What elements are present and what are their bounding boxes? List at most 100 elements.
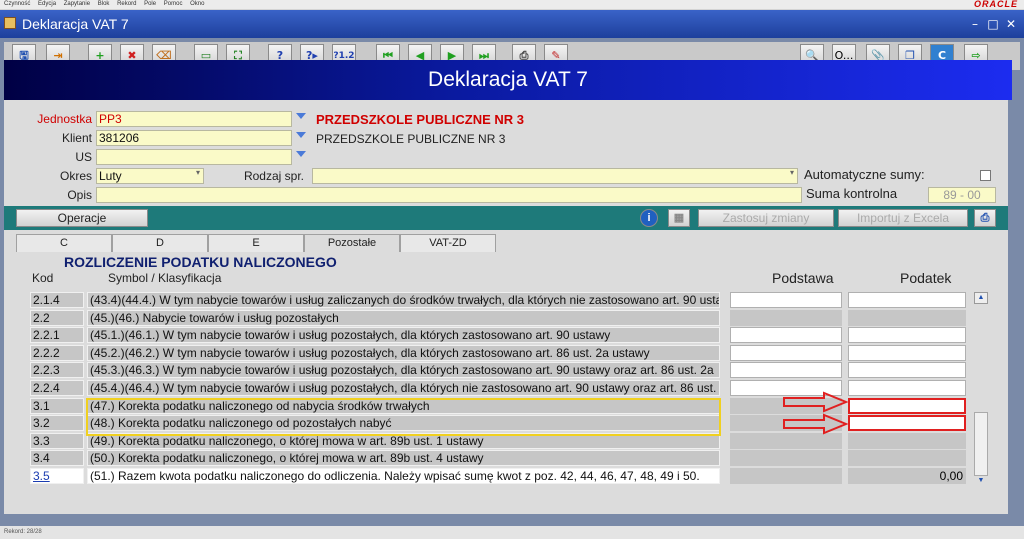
close-window-button[interactable]: ✕: [1004, 18, 1018, 30]
row-kod[interactable]: 3.5: [30, 468, 84, 484]
us-label: US: [75, 150, 92, 164]
col-header-symbol: Symbol / Klasyfikacja: [108, 271, 222, 285]
row-podstawa[interactable]: [730, 468, 842, 484]
menu-czynnosc[interactable]: Czynność: [4, 1, 30, 7]
rodzaj-dropdown-icon[interactable]: ▾: [790, 168, 794, 177]
menu-rekord[interactable]: Rekord: [117, 1, 136, 7]
window-app-icon: [4, 17, 16, 29]
klient-label: Klient: [61, 131, 92, 145]
okres-select[interactable]: Luty: [96, 168, 204, 184]
scroll-thumb[interactable]: [974, 412, 988, 476]
maximize-button[interactable]: □: [986, 18, 1000, 30]
menu-bar: Czynność Edycja Zapytanie Blok Rekord Po…: [0, 0, 1024, 9]
klient-lov-icon[interactable]: [296, 132, 306, 138]
auto-sums-checkbox[interactable]: [980, 170, 991, 181]
actions-bar: Operacje i ▦ Zastosuj zmiany Importuj z …: [4, 206, 1008, 230]
row-podatek[interactable]: [848, 398, 966, 414]
klient-field[interactable]: 381206: [96, 130, 292, 146]
operacje-button[interactable]: Operacje: [16, 209, 148, 227]
us-field[interactable]: [96, 149, 292, 165]
row-kod[interactable]: 3.1: [30, 398, 84, 414]
vat-panel: ROZLICZENIE PODATKU NALICZONEGO Kod Symb…: [4, 252, 1008, 514]
row-podstawa[interactable]: [730, 450, 842, 466]
checksum-label: Suma kontrolna: [806, 186, 898, 201]
tab-d[interactable]: D: [112, 234, 208, 252]
row-podstawa[interactable]: [730, 310, 842, 326]
row-symbol[interactable]: (45.2.)(46.2.) W tym nabycie towarów i u…: [87, 345, 720, 361]
menu-zapytanie[interactable]: Zapytanie: [64, 1, 90, 7]
row-podatek[interactable]: [848, 327, 966, 343]
tab-vat-zd[interactable]: VAT-ZD: [400, 234, 496, 252]
row-podatek[interactable]: [848, 345, 966, 361]
row-kod[interactable]: 3.3: [30, 433, 84, 449]
col-header-podstawa: Podstawa: [772, 270, 834, 286]
row-symbol[interactable]: (45.1.)(46.1.) W tym nabycie towarów i u…: [87, 327, 720, 343]
header-form: Jednostka PP3 PRZEDSZKOLE PUBLICZNE NR 3…: [4, 100, 1008, 206]
menu-pomoc[interactable]: Pomoc: [164, 1, 183, 7]
checksum-field: 89 - 00: [928, 187, 996, 203]
row-kod[interactable]: 2.2.2: [30, 345, 84, 361]
arrow-to-row-3-1: [783, 391, 849, 413]
row-podstawa[interactable]: [730, 327, 842, 343]
row-podatek[interactable]: [848, 292, 966, 308]
rodzaj-select[interactable]: [312, 168, 798, 184]
us-lov-icon[interactable]: [296, 151, 306, 157]
row-symbol[interactable]: (45.4.)(46.4.) W tym nabycie towarów i u…: [87, 380, 720, 396]
page-title: Deklaracja VAT 7: [428, 68, 588, 91]
apply-changes-button[interactable]: Zastosuj zmiany: [698, 209, 834, 227]
row-podatek[interactable]: [848, 433, 966, 449]
row-podatek[interactable]: [848, 380, 966, 396]
annotation-arrows: [783, 391, 849, 435]
tab-pozostale[interactable]: Pozostałe: [304, 234, 400, 252]
row-symbol[interactable]: (50.) Korekta podatku naliczonego, o któ…: [87, 450, 720, 466]
menu-okno[interactable]: Okno: [190, 1, 204, 7]
row-kod[interactable]: 2.2.4: [30, 380, 84, 396]
row-podatek[interactable]: [848, 450, 966, 466]
row-podatek[interactable]: 0,00: [848, 468, 966, 484]
jednostka-label: Jednostka: [37, 112, 92, 126]
row-symbol[interactable]: (51.) Razem kwota podatku naliczonego do…: [87, 468, 720, 484]
opis-label: Opis: [67, 188, 92, 202]
tab-c[interactable]: C: [16, 234, 112, 252]
row-kod[interactable]: 2.2.1: [30, 327, 84, 343]
col-header-podatek: Podatek: [900, 270, 952, 286]
scroll-down-icon[interactable]: ▼: [974, 476, 988, 488]
menu-edycja[interactable]: Edycja: [38, 1, 56, 7]
calculator-icon[interactable]: ▦: [668, 209, 690, 227]
minimize-button[interactable]: –: [968, 18, 982, 30]
row-symbol[interactable]: (45.3.)(46.3.) W tym nabycie towarów i u…: [87, 362, 720, 378]
rodzaj-label: Rodzaj spr.: [243, 169, 304, 183]
window-titlebar: Deklaracja VAT 7 – □ ✕: [0, 10, 1024, 38]
import-excel-button[interactable]: Importuj z Excela: [838, 209, 968, 227]
oracle-logo: ORACLE: [974, 0, 1018, 9]
row-podstawa[interactable]: [730, 292, 842, 308]
row-podstawa[interactable]: [730, 362, 842, 378]
auto-sums-label: Automatyczne sumy:: [804, 167, 925, 182]
menu-blok[interactable]: Blok: [98, 1, 110, 7]
row-podstawa[interactable]: [730, 345, 842, 361]
row-kod[interactable]: 2.2.3: [30, 362, 84, 378]
row-symbol[interactable]: (45.)(46.) Nabycie towarów i usług pozos…: [87, 310, 720, 326]
scroll-up-icon[interactable]: ▲: [974, 292, 988, 304]
menu-pole[interactable]: Pole: [144, 1, 156, 7]
row-kod[interactable]: 2.2: [30, 310, 84, 326]
row-podatek[interactable]: [848, 310, 966, 326]
opis-field[interactable]: [96, 187, 802, 203]
okres-dropdown-icon[interactable]: ▾: [196, 168, 200, 177]
row-kod[interactable]: 2.1.4: [30, 292, 84, 308]
row-podatek[interactable]: [848, 362, 966, 378]
tab-e[interactable]: E: [208, 234, 304, 252]
vertical-scrollbar[interactable]: ▲ ▼: [974, 292, 988, 492]
print-icon[interactable]: ⎙: [974, 209, 996, 227]
row-kod[interactable]: 3.2: [30, 415, 84, 431]
okres-label: Okres: [59, 169, 92, 183]
row-kod[interactable]: 3.4: [30, 450, 84, 466]
row-symbol[interactable]: (43.4)(44.4.) W tym nabycie towarów i us…: [87, 292, 720, 308]
tab-strip: C D E Pozostałe VAT-ZD: [4, 230, 1008, 252]
info-icon[interactable]: i: [640, 209, 658, 227]
row-podatek[interactable]: [848, 415, 966, 431]
klient-name: PRZEDSZKOLE PUBLICZNE NR 3: [316, 132, 506, 146]
status-bar: Rekord: 28/28: [0, 526, 1024, 539]
jednostka-field[interactable]: PP3: [96, 111, 292, 127]
jednostka-lov-icon[interactable]: [296, 113, 306, 119]
